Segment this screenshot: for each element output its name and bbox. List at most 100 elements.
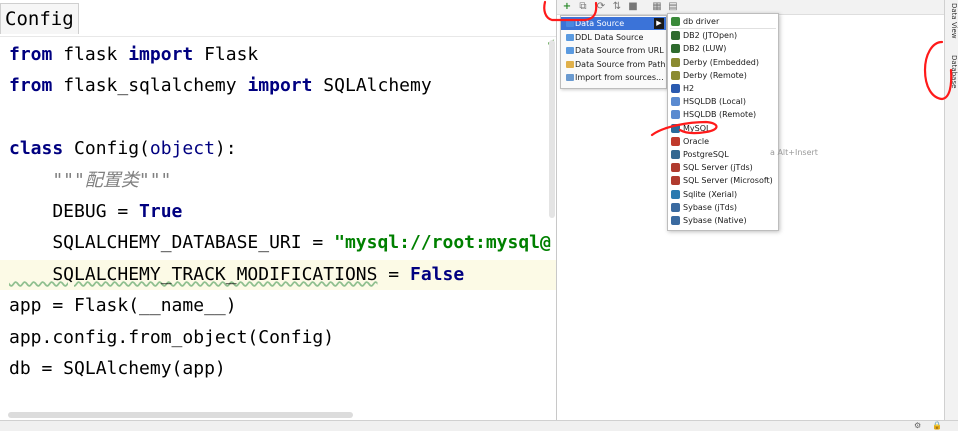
driver-menu-item-label: Sqlite (Xerial) [683, 189, 738, 199]
data-source-submenu: db driver DB2 (JTOpen) DB2 (LUW) Derby (Emb… [667, 13, 779, 231]
driver-menu-item[interactable]: Derby (Remote) [668, 69, 778, 82]
code-line[interactable]: class Config(object): [9, 134, 237, 164]
driver-menu-item-label: Derby (Remote) [683, 70, 747, 80]
driver-menu-item-label: Oracle [683, 136, 710, 146]
code-line[interactable]: SQLALCHEMY_DATABASE_URI = "mysql://root:… [9, 228, 551, 258]
stop-icon[interactable]: ■ [627, 1, 639, 13]
datasource-icon [566, 20, 574, 27]
add-menu-item[interactable]: Import from sources... [561, 71, 666, 84]
add-menu-item-label: Data Source [575, 19, 625, 28]
code-editor[interactable]: Config from flask import Flask from flask… [0, 0, 556, 420]
add-menu-item[interactable]: Data Source ▶ [561, 17, 666, 30]
ddl-icon [566, 33, 574, 41]
copy-icon[interactable]: ⧉ [577, 1, 589, 13]
submenu-arrow-icon: ▶ [654, 18, 664, 29]
driver-menu-item[interactable]: db driver [668, 15, 778, 28]
driver-menu-item[interactable]: Sqlite (Xerial) [668, 188, 778, 201]
driver-menu-item[interactable]: Oracle [668, 135, 778, 148]
driver-menu-item-label: HSQLDB (Remote) [683, 110, 757, 120]
driver-menu-item[interactable]: SQL Server (Microsoft) [668, 174, 778, 187]
code-line[interactable]: app.config.from_object(Config) [9, 323, 334, 353]
h2-icon [671, 84, 680, 93]
code-token: flask_sqlalchemy [52, 75, 248, 97]
driver-menu-item-label: db driver [683, 17, 720, 26]
table-icon[interactable]: ▦ [651, 1, 663, 13]
sybase-icon [671, 216, 680, 225]
add-menu-item-label: Data Source from Path [575, 59, 666, 69]
add-menu-item-label: Import from sources... [575, 73, 664, 83]
code-token: SQLALCHEMY_DATABASE_URI = [9, 232, 335, 254]
driver-menu-item-label: H2 [683, 84, 695, 93]
driver-menu-item[interactable]: MySQL [668, 122, 778, 135]
driver-menu-item[interactable]: SQL Server (jTds) [668, 161, 778, 174]
editor-vertical-scrollbar[interactable] [549, 40, 555, 218]
add-icon[interactable]: + [561, 1, 573, 13]
code-token: False [409, 263, 465, 285]
code-token: flask [52, 44, 129, 65]
driver-menu-item[interactable]: Sybase (jTds) [668, 201, 778, 214]
code-token: """配置类""" [9, 169, 172, 191]
sqlite-icon [671, 189, 680, 199]
code-token: Flask [193, 44, 259, 65]
oracle-icon [671, 136, 680, 146]
driver-menu-item[interactable]: Derby (Embedded) [668, 56, 778, 69]
add-menu-item[interactable]: DDL Data Source [561, 31, 666, 44]
synchronize-icon[interactable]: ⇅ [611, 1, 623, 13]
driver-icon [671, 17, 680, 26]
code-token: import [128, 44, 194, 65]
code-line[interactable]: from flask_sqlalchemy import SQLAlchemy [9, 71, 432, 101]
derby-icon [671, 57, 680, 67]
code-line[interactable]: from flask import Flask [9, 40, 258, 70]
add-menu-item[interactable]: Data Source from Path [561, 58, 666, 71]
add-menu-item-label: Data Source from URL [575, 46, 664, 56]
filter-icon[interactable]: ▤ [667, 1, 679, 13]
db2-icon [671, 31, 680, 41]
editor-horizontal-scrollbar[interactable] [8, 412, 353, 418]
driver-menu-item[interactable]: PostgreSQL [668, 148, 778, 161]
driver-menu-item-label: DB2 (LUW) [683, 44, 727, 54]
refresh-icon[interactable]: ⟳ [595, 1, 607, 13]
editor-tab-config[interactable]: Config [0, 3, 79, 34]
driver-menu-item[interactable]: Sybase (Native) [668, 214, 778, 227]
driver-menu-item[interactable]: HSQLDB (Remote) [668, 108, 778, 121]
driver-menu-item[interactable]: HSQLDB (Local) [668, 95, 778, 108]
code-token: ): [214, 138, 237, 160]
url-icon [566, 47, 574, 55]
sqlserver-icon [671, 163, 680, 173]
tool-tab-database[interactable]: Database [946, 55, 958, 88]
folder-icon [566, 60, 574, 68]
driver-menu-item-label: MySQL [683, 123, 711, 133]
right-tool-strip: Data View Database [944, 0, 958, 420]
driver-menu-item[interactable]: H2 [668, 82, 778, 95]
code-token: = [377, 263, 410, 285]
add-popup-menu: Data Source ▶ DDL Data Source Data Source f… [560, 15, 667, 89]
sybase-icon [671, 202, 680, 212]
driver-menu-item-label: DB2 (JTOpen) [683, 31, 738, 41]
code-token: DEBUG = [9, 201, 140, 222]
hsqldb-icon [671, 110, 680, 120]
driver-menu-item-label: HSQLDB (Local) [683, 97, 747, 107]
code-token: app.config.from_object(Config) [9, 326, 335, 348]
code-line[interactable]: db = SQLAlchemy(app) [9, 354, 226, 384]
code-token: from [9, 44, 53, 65]
driver-menu-item-label: SQL Server (jTds) [683, 163, 753, 173]
editor-tab-bar: Config [0, 0, 556, 37]
code-token: db = SQLAlchemy(app) [9, 358, 226, 379]
driver-menu-item[interactable]: DB2 (LUW) [668, 42, 778, 55]
add-menu-item[interactable]: Data Source from URL [561, 44, 666, 57]
hsqldb-icon [671, 97, 680, 107]
status-bar: ⚙ 🔒 [0, 420, 958, 431]
code-line[interactable]: """配置类""" [9, 166, 171, 196]
code-token: object [149, 138, 215, 160]
code-line[interactable]: SQLALCHEMY_TRACK_MODIFICATIONS = False [9, 260, 464, 290]
postgresql-icon [671, 150, 680, 159]
code-line[interactable]: DEBUG = True [9, 197, 182, 227]
tool-tab-data-view[interactable]: Data View [946, 3, 958, 39]
import-icon [566, 74, 574, 82]
driver-menu-item[interactable]: DB2 (JTOpen) [668, 29, 778, 42]
code-token: SQLAlchemy [312, 75, 432, 97]
code-token: app = Flask(__name__) [9, 295, 237, 317]
code-line[interactable]: app = Flask(__name__) [9, 291, 237, 321]
add-menu-item-label: DDL Data Source [575, 32, 644, 42]
db2-icon [671, 44, 680, 54]
